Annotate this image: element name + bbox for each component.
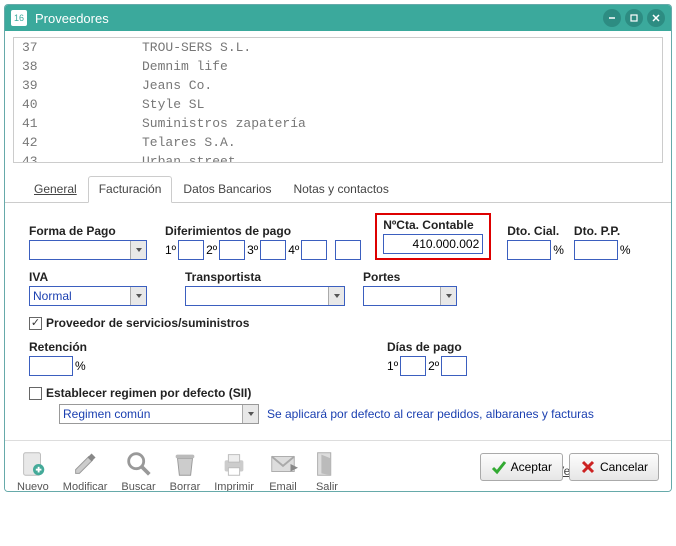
diferimientos-label: Diferimientos de pago	[165, 224, 361, 238]
minimize-button[interactable]	[603, 9, 621, 27]
list-item[interactable]: 43Urban street	[14, 152, 662, 163]
dias-pago-1-input[interactable]	[400, 356, 426, 376]
salir-button[interactable]: Salir	[312, 449, 342, 492]
borrar-button[interactable]: Borrar	[170, 449, 201, 492]
search-icon	[124, 449, 154, 479]
retencion-label: Retención	[29, 340, 87, 354]
nuevo-button[interactable]: Nuevo	[17, 449, 49, 492]
edit-icon	[70, 449, 100, 479]
cancelar-button[interactable]: Cancelar	[569, 453, 659, 481]
dto-cial-label: Dto. Cial.	[507, 224, 564, 238]
provider-list[interactable]: 37TROU-SERS S.L. 38Demnim life 39Jeans C…	[13, 37, 663, 163]
proveedor-cb-label: Proveedor de servicios/suministros	[46, 316, 249, 330]
cta-input[interactable]	[383, 234, 483, 254]
close-button[interactable]	[647, 9, 665, 27]
iva-label: IVA	[29, 270, 147, 284]
cta-contable-highlight: NºCta. Contable	[375, 213, 491, 260]
transportista-dropdown[interactable]	[328, 287, 344, 305]
portes-dropdown[interactable]	[440, 287, 456, 305]
form-area: Forma de Pago Diferimientos de pago 1º 2…	[5, 203, 671, 440]
transportista-label: Transportista	[185, 270, 345, 284]
dto-pp-label: Dto. P.P.	[574, 224, 631, 238]
sii-note: Se aplicará por defecto al crear pedidos…	[267, 407, 594, 421]
iva-dropdown[interactable]	[130, 287, 146, 305]
tab-notas[interactable]: Notas y contactos	[282, 176, 399, 202]
exit-icon	[312, 449, 342, 479]
trash-icon	[170, 449, 200, 479]
dif-3-input[interactable]	[260, 240, 286, 260]
portes-label: Portes	[363, 270, 457, 284]
dif-extra-input[interactable]	[335, 240, 361, 260]
tab-general[interactable]: General	[23, 176, 88, 202]
forma-pago-dropdown[interactable]	[130, 241, 146, 259]
print-icon	[219, 449, 249, 479]
dif-2-input[interactable]	[219, 240, 245, 260]
email-icon	[268, 449, 298, 479]
dias-pago-label: Días de pago	[387, 340, 467, 354]
aceptar-button[interactable]: Aceptar	[480, 453, 563, 481]
sii-checkbox[interactable]	[29, 387, 42, 400]
forma-pago-label: Forma de Pago	[29, 224, 147, 238]
dto-cial-input[interactable]	[507, 240, 551, 260]
list-item[interactable]: 37TROU-SERS S.L.	[14, 38, 662, 57]
email-button[interactable]: Email	[268, 449, 298, 492]
titlebar: 16 Proveedores	[5, 5, 671, 31]
list-item[interactable]: 40Style SL	[14, 95, 662, 114]
sii-regimen-dropdown[interactable]	[242, 405, 258, 423]
app-window: 16 Proveedores 37TROU-SERS S.L. 38Demnim…	[4, 4, 672, 492]
modificar-button[interactable]: Modificar	[63, 449, 108, 492]
retencion-input[interactable]	[29, 356, 73, 376]
buscar-button[interactable]: Buscar	[121, 449, 155, 492]
dias-pago-2-input[interactable]	[441, 356, 467, 376]
dif-1-input[interactable]	[178, 240, 204, 260]
sii-regimen-select[interactable]	[59, 404, 259, 424]
dto-pp-input[interactable]	[574, 240, 618, 260]
tab-bar: General Facturación Datos Bancarios Nota…	[5, 167, 671, 203]
maximize-button[interactable]	[625, 9, 643, 27]
tab-facturacion[interactable]: Facturación	[88, 176, 173, 203]
list-item[interactable]: 42Telares S.A.	[14, 133, 662, 152]
sii-cb-label: Establecer regimen por defecto (SII)	[46, 386, 251, 400]
cta-label: NºCta. Contable	[383, 218, 483, 232]
tab-bancarios[interactable]: Datos Bancarios	[172, 176, 282, 202]
window-title: Proveedores	[35, 11, 109, 26]
transportista-select[interactable]	[185, 286, 345, 306]
list-item[interactable]: 38Demnim life	[14, 57, 662, 76]
list-item[interactable]: 39Jeans Co.	[14, 76, 662, 95]
imprimir-button[interactable]: Imprimir	[214, 449, 254, 492]
list-item[interactable]: 41Suministros zapatería	[14, 114, 662, 133]
proveedor-checkbox[interactable]	[29, 317, 42, 330]
new-icon	[18, 449, 48, 479]
dif-4-input[interactable]	[301, 240, 327, 260]
app-icon: 16	[11, 10, 27, 26]
